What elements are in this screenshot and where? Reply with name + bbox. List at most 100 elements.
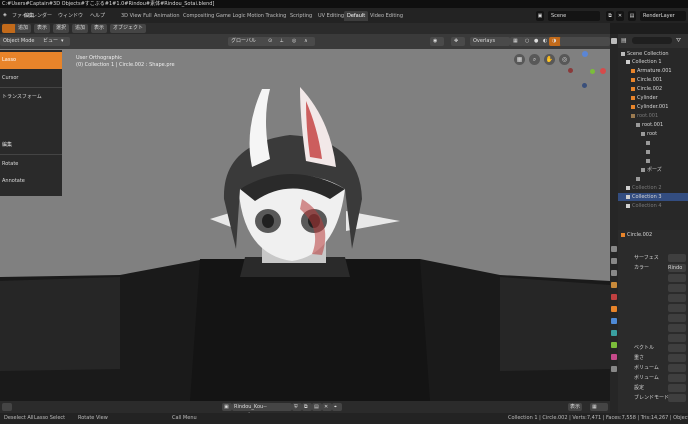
image-display-toggle[interactable]: ▦ [590,403,608,411]
gizmo-neg-x-axis[interactable] [568,68,573,73]
scene-copy-icon[interactable]: ⧉ [606,11,614,21]
image-fake-user-icon[interactable]: ⛨ [292,403,302,411]
property-field[interactable] [668,254,686,262]
transform-orientation-selector[interactable]: グローバル [228,37,268,46]
property-field[interactable] [668,334,686,342]
menu-render[interactable]: レンダー [32,12,52,19]
world-tab-icon[interactable] [611,294,617,300]
outliner-row[interactable]: Collection 4 [618,202,688,210]
image-new-icon[interactable]: ⧉ [302,403,312,411]
filter-icon[interactable]: ⛛ [676,37,681,45]
tab-scripting[interactable]: Scripting [287,11,315,21]
tab-uv-editing[interactable]: UV Editing [315,11,347,21]
tool-item-4[interactable] [0,122,62,137]
tool-lasso[interactable]: Lasso [0,52,62,69]
tab-compositing[interactable]: Compositing [180,11,217,21]
image-name-field[interactable]: Rindou_Kou-- parent.png [232,403,292,418]
navigation-gizmo[interactable] [566,51,606,91]
tool-edit[interactable]: 編集 [0,138,62,153]
tab-video-editing[interactable]: Video Editing [367,11,406,21]
image-icon[interactable]: ▣ [222,403,232,411]
editor-type-icon[interactable] [2,403,12,411]
falloff-icon[interactable]: ∧ [301,37,315,46]
menu-window[interactable]: ウィンドウ [58,12,83,19]
scene-selector[interactable]: Scene [548,11,600,21]
property-field[interactable] [668,354,686,362]
render-layer-icon[interactable]: ▤ [628,11,636,21]
outliner-row[interactable]: Cylinder.001 [618,103,688,111]
image-view-menu[interactable]: 表示 [568,403,583,411]
toolstrip-object-button[interactable]: オブジェクト [110,24,147,33]
image-pin-icon[interactable]: ⌖ [332,403,342,411]
tab-motion-tracking[interactable]: Motion Tracking [244,11,289,21]
toggle-camera-icon[interactable]: ▦ [514,54,525,65]
scene-icon[interactable]: ▣ [536,11,544,21]
render-tab-icon[interactable] [611,246,617,252]
output-tab-icon[interactable] [611,258,617,264]
outliner-row[interactable]: Circle.002 [618,85,688,93]
property-field[interactable] [668,394,686,402]
property-field[interactable] [668,294,686,302]
property-field[interactable] [668,324,686,332]
outliner-search-input[interactable] [632,37,672,44]
menu-help[interactable]: ヘルプ [90,12,105,19]
image-unlink-icon[interactable]: ✕ [322,403,332,411]
outliner-row[interactable]: root.001 [618,112,688,120]
modifier-tab-icon[interactable] [611,318,617,324]
outliner-row[interactable] [618,175,688,183]
toolstrip-select-button[interactable]: 選択 [53,24,70,33]
camera-view-icon[interactable]: ◎ [559,54,570,65]
outliner-row[interactable]: Collection 2 [618,184,688,192]
visibility-icon[interactable]: ◉ [430,37,444,46]
outliner-row[interactable]: Armature.001 [618,67,688,75]
property-field[interactable] [668,364,686,372]
material-tab-icon[interactable] [611,354,617,360]
outliner-row[interactable]: ポーズ [618,166,688,174]
tool-annotate[interactable]: Annotate [0,174,62,189]
scene-close-icon[interactable]: ✕ [616,11,624,21]
blender-logo-icon[interactable]: ◈ [3,12,7,18]
image-open-icon[interactable]: ▤ [312,403,322,411]
physics-tab-icon[interactable] [611,330,617,336]
outliner-row[interactable]: root [618,130,688,138]
render-layer-selector[interactable]: RenderLayer [640,11,686,21]
shading-options-button[interactable] [560,37,610,46]
toolstrip-view-button[interactable]: 表示 [34,24,51,33]
property-field[interactable] [668,304,686,312]
zoom-icon[interactable]: ⌕ [529,54,540,65]
property-field[interactable] [668,374,686,382]
toolstrip-add2-button[interactable]: 追加 [72,24,89,33]
view-menu-chevron-icon[interactable]: ▾ [58,37,70,46]
toolstrip-view2-button[interactable]: 表示 [91,24,108,33]
property-field[interactable] [668,314,686,322]
view-layer-tab-icon[interactable] [611,270,617,276]
outliner-row[interactable] [618,139,688,147]
outliner-row[interactable]: Circle.001 [618,76,688,84]
tab-animation[interactable]: Animation [151,11,183,21]
outliner-display-mode-icon[interactable]: ▤ [621,37,627,44]
outliner-row[interactable]: root.001 [618,121,688,129]
outliner-row[interactable]: Cylinder [618,94,688,102]
property-field[interactable] [668,384,686,392]
outliner-row[interactable]: Collection 3 [618,193,688,201]
scene-tab-icon[interactable] [611,282,617,288]
tool-cursor[interactable]: Cursor [0,70,62,86]
properties-object-name[interactable]: Circle.002 [627,232,652,238]
property-field[interactable] [668,344,686,352]
tab-default[interactable]: Default [344,11,369,21]
editor-type-icon[interactable] [2,24,16,33]
toolstrip-add-button[interactable]: 追加 [15,24,32,33]
property-field[interactable]: Rindo [668,264,686,272]
mode-selector[interactable]: Object Mode [0,37,42,46]
property-field[interactable] [668,284,686,292]
tab-3d-view-full[interactable]: 3D View Full [118,11,155,21]
pan-hand-icon[interactable]: ✋ [544,54,555,65]
texture-tab-icon[interactable] [611,366,617,372]
gizmo-z-axis[interactable] [582,51,588,57]
tool-tab-icon[interactable] [611,38,617,44]
tool-rotate[interactable]: Rotate [0,157,62,172]
overlays-button[interactable]: Overlays [470,37,510,46]
3d-viewport[interactable]: User Orthographic (0) Collection 1 | Cir… [0,49,610,401]
outliner-scene-collection[interactable]: Scene Collection [618,50,688,58]
object-tab-icon[interactable] [611,306,617,312]
